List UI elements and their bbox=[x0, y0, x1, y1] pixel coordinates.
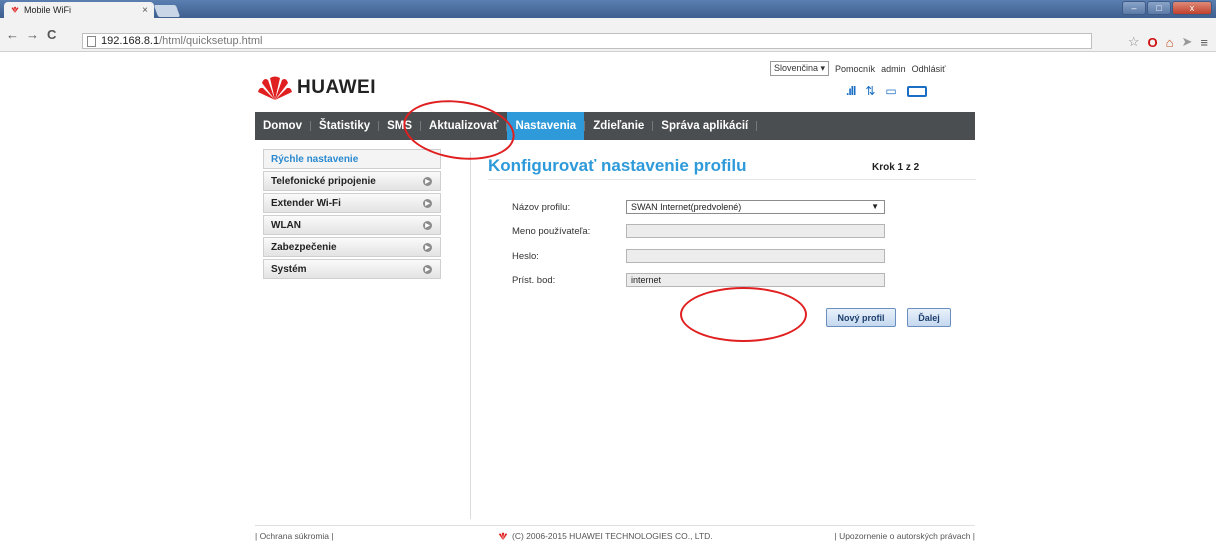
profile-name-label: Názov profilu: bbox=[512, 201, 571, 213]
battery-icon bbox=[906, 85, 927, 97]
tab-title: Mobile WiFi bbox=[24, 5, 72, 15]
settings-sidebar: Rýchle nastavenie Telefonické pripojenie… bbox=[263, 149, 441, 281]
status-icons: .ıll ⇅ ▭ bbox=[846, 84, 927, 98]
header-links: Slovenčina ▾ Pomocník admin Odhlásiť bbox=[770, 61, 945, 76]
admin-link[interactable]: admin bbox=[881, 64, 906, 74]
page-icon bbox=[87, 35, 96, 47]
menu-domov[interactable]: Domov bbox=[255, 112, 310, 140]
copyright: (C) 2006-2015 HUAWEI TECHNOLOGIES CO., L… bbox=[497, 531, 713, 541]
apn-label: Príst. bod: bbox=[512, 274, 556, 286]
logout-link[interactable]: Odhlásiť bbox=[912, 64, 946, 74]
menu-statistiky[interactable]: Štatistiky bbox=[311, 112, 378, 140]
copyright-text: (C) 2006-2015 HUAWEI TECHNOLOGIES CO., L… bbox=[512, 531, 713, 541]
profile-name-row: Názov profilu: SWAN Internet(predvolené)… bbox=[512, 200, 885, 214]
huawei-favicon-icon bbox=[11, 6, 19, 13]
password-row: Heslo: bbox=[512, 249, 885, 263]
url-host: 192.168.8.1 bbox=[101, 35, 160, 47]
chevron-right-icon: ▶ bbox=[423, 265, 432, 274]
annotation-circle bbox=[680, 287, 807, 342]
sidebar-item-security[interactable]: Zabezpečenie ▶ bbox=[263, 237, 441, 257]
huawei-logo: HUAWEI bbox=[258, 75, 376, 101]
sidebar-item-dialup[interactable]: Telefonické pripojenie ▶ bbox=[263, 171, 441, 191]
profile-name-select[interactable]: SWAN Internet(predvolené) ▼ bbox=[626, 200, 885, 214]
browser-tab[interactable]: Mobile WiFi × bbox=[4, 2, 154, 18]
browser-tabstrip: Mobile WiFi × – □ x bbox=[0, 0, 1216, 18]
chevron-right-icon: ▶ bbox=[423, 199, 432, 208]
sidebar-item-wlan[interactable]: WLAN ▶ bbox=[263, 215, 441, 235]
menu-zdielanie[interactable]: Zdieľanie bbox=[585, 112, 652, 140]
extension-house-icon[interactable]: ⌂ bbox=[1166, 35, 1174, 50]
chevron-right-icon: ▶ bbox=[423, 177, 432, 186]
apn-input[interactable]: internet bbox=[626, 273, 885, 287]
sidebar-item-label: WLAN bbox=[271, 219, 301, 231]
sidebar-item-label: Extender Wi-Fi bbox=[271, 197, 341, 209]
connected-device-icon: ▭ bbox=[885, 84, 897, 98]
router-page: Slovenčina ▾ Pomocník admin Odhlásiť HUA… bbox=[0, 52, 1216, 541]
extension-icons: ☆ O ⌂ ➤ ≡ bbox=[1128, 34, 1208, 50]
bookmark-star-icon[interactable]: ☆ bbox=[1128, 34, 1140, 50]
main-menu: Domov Štatistiky SMS Aktualizovať Nastav… bbox=[255, 112, 975, 140]
reload-icon[interactable]: C bbox=[47, 27, 56, 42]
next-button[interactable]: Ďalej bbox=[907, 308, 951, 327]
new-tab-button[interactable] bbox=[153, 5, 181, 17]
username-input[interactable] bbox=[626, 224, 885, 238]
forward-icon[interactable]: → bbox=[26, 27, 39, 42]
privacy-link[interactable]: | Ochrana súkromia | bbox=[255, 531, 334, 541]
page-title: Konfigurovať nastavenie profilu bbox=[488, 156, 747, 175]
password-label: Heslo: bbox=[512, 250, 539, 262]
huawei-logo-icon bbox=[258, 76, 292, 100]
menu-nastavenia[interactable]: Nastavenia bbox=[507, 112, 585, 140]
username-label: Meno používateľa: bbox=[512, 225, 591, 237]
copyright-notice-link[interactable]: | Upozornenie o autorských právach | bbox=[835, 531, 976, 541]
password-input[interactable] bbox=[626, 249, 885, 263]
dropdown-arrow-icon: ▼ bbox=[871, 202, 879, 211]
title-divider bbox=[488, 179, 976, 180]
menu-separator bbox=[756, 121, 758, 131]
tab-close-icon[interactable]: × bbox=[142, 5, 148, 16]
signal-strength-icon: .ıll bbox=[846, 84, 856, 98]
profile-name-value: SWAN Internet(predvolené) bbox=[631, 202, 742, 212]
menu-icon[interactable]: ≡ bbox=[1200, 35, 1208, 50]
chevron-right-icon: ▶ bbox=[423, 243, 432, 252]
step-indicator: Krok 1 z 2 bbox=[872, 162, 920, 173]
data-transfer-icon: ⇅ bbox=[865, 84, 876, 98]
sidebar-item-label: Telefonické pripojenie bbox=[271, 175, 376, 187]
back-icon[interactable]: ← bbox=[6, 27, 19, 42]
brand-name: HUAWEI bbox=[297, 77, 376, 98]
url-path: /html/quicksetup.html bbox=[159, 35, 263, 47]
address-bar[interactable]: 192.168.8.1/html/quicksetup.html bbox=[82, 33, 1092, 49]
extension-arrow-icon[interactable]: ➤ bbox=[1182, 34, 1193, 50]
page-footer: | Ochrana súkromia | (C) 2006-2015 HUAWE… bbox=[255, 525, 975, 541]
apn-row: Príst. bod: internet bbox=[512, 273, 885, 287]
close-window-button[interactable]: x bbox=[1172, 1, 1212, 15]
minimize-button[interactable]: – bbox=[1122, 1, 1146, 15]
sidebar-item-system[interactable]: Systém ▶ bbox=[263, 259, 441, 279]
menu-sprava-aplikacii[interactable]: Správa aplikácií bbox=[653, 112, 756, 140]
sidebar-item-quick-setup[interactable]: Rýchle nastavenie bbox=[263, 149, 441, 169]
sidebar-item-label: Rýchle nastavenie bbox=[271, 153, 359, 165]
huawei-small-logo-icon bbox=[498, 532, 508, 540]
language-select[interactable]: Slovenčina ▾ bbox=[770, 61, 830, 76]
sidebar-item-label: Systém bbox=[271, 263, 307, 275]
content-divider bbox=[470, 152, 471, 519]
chevron-right-icon: ▶ bbox=[423, 221, 432, 230]
sidebar-item-label: Zabezpečenie bbox=[271, 241, 337, 253]
opera-icon[interactable]: O bbox=[1148, 35, 1158, 50]
username-row: Meno používateľa: bbox=[512, 224, 885, 238]
window-controls: – □ x bbox=[1122, 1, 1212, 15]
sidebar-item-wifi-extender[interactable]: Extender Wi-Fi ▶ bbox=[263, 193, 441, 213]
help-link[interactable]: Pomocník bbox=[835, 64, 875, 74]
new-profile-button[interactable]: Nový profil bbox=[826, 308, 896, 327]
maximize-button[interactable]: □ bbox=[1147, 1, 1171, 15]
